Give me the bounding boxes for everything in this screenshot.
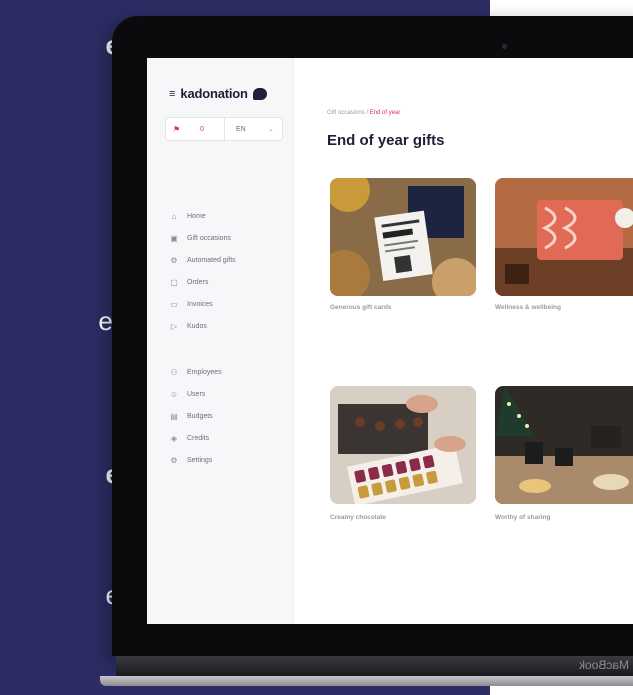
sidebar-item-orders[interactable]: ▢ Orders (169, 274, 293, 290)
app-screen: ≡ kadonation ⚑ 0 EN ⌄ ⌂ Home ▣ Gift occa… (147, 58, 633, 624)
laptop-base: MacBook (116, 656, 633, 676)
megaphone-icon: ▷ (170, 321, 178, 331)
cropped-side-text: e t t e, e e (0, 0, 120, 695)
gift-card-image (330, 178, 476, 296)
sidebar-item-label: Users (187, 390, 206, 398)
sidebar-item-label: Employees (187, 368, 222, 376)
sharing-image (495, 386, 633, 504)
breadcrumb-separator: / (366, 110, 369, 116)
gift-icon: ▣ (170, 233, 178, 243)
page-title: End of year gifts (327, 132, 445, 149)
people-icon: ⚇ (170, 367, 178, 377)
sidebar-item-invoices[interactable]: ▭ Invoices (169, 296, 293, 312)
logo-text: kadonation (180, 86, 248, 101)
sidebar-item-label: Gift occasions (187, 234, 231, 242)
settings-icon: ⚙ (170, 455, 178, 465)
text-fragment: e, (98, 306, 120, 336)
credits-icon: ◈ (170, 433, 178, 443)
budget-icon: ▤ (170, 411, 178, 421)
sidebar-item-settings[interactable]: ⚙ Settings (169, 452, 293, 468)
sidebar-item-label: Kudos (187, 322, 207, 330)
sidebar-item-label: Automated gifts (187, 256, 236, 264)
sidebar-item-label: Budgets (187, 412, 213, 420)
logo[interactable]: ≡ kadonation (169, 86, 267, 101)
chocolate-tile[interactable] (330, 386, 476, 504)
breadcrumb-current: End of year (369, 110, 401, 116)
chocolate-tile-label: Creamy chocolate (330, 514, 386, 521)
sidebar-item-label: Credits (187, 434, 210, 442)
sidebar-item-home[interactable]: ⌂ Home (169, 208, 293, 224)
divider (224, 118, 225, 140)
cart-language-control[interactable]: ⚑ 0 EN ⌄ (165, 117, 283, 141)
chevron-down-icon: ⌄ (268, 126, 274, 133)
sidebar-item-users[interactable]: ☺ Users (169, 386, 293, 402)
gift-card-tile-label: Generous gift cards (330, 304, 392, 311)
sharing-tile-label: Worthy of sharing (495, 514, 551, 521)
breadcrumb-parent[interactable]: Gift occasions (327, 110, 365, 116)
language-selector[interactable]: EN (236, 126, 246, 133)
sidebar-item-label: Settings (187, 456, 213, 464)
cart-icon[interactable]: ⚑ (173, 125, 180, 134)
sidebar-item-automated-gifts[interactable]: ⚙ Automated gifts (169, 252, 293, 268)
sharing-tile[interactable] (495, 386, 633, 504)
text-fragment: e (0, 459, 120, 489)
sidebar-item-label: Orders (187, 278, 209, 286)
gear-icon: ⚙ (170, 255, 178, 265)
text-fragment: e (0, 580, 120, 610)
chocolate-image (330, 386, 476, 504)
breadcrumb: Gift occasions / End of year (327, 110, 400, 116)
gift-card-tile[interactable] (330, 178, 476, 296)
text-fragment: t (0, 152, 120, 182)
sidebar-item-kudos[interactable]: ▷ Kudos (169, 318, 293, 334)
sidebar-item-label: Invoices (187, 300, 213, 308)
sidebar-item-credits[interactable]: ◈ Credits (169, 430, 293, 446)
sidebar-item-gift-occasions[interactable]: ▣ Gift occasions (169, 230, 293, 246)
home-icon: ⌂ (171, 211, 177, 221)
macbook-label: MacBook (578, 658, 629, 672)
main-content: Gift occasions / End of year End of year… (293, 58, 633, 624)
sidebar: ≡ kadonation ⚑ 0 EN ⌄ ⌂ Home ▣ Gift occa… (147, 58, 294, 624)
box-icon: ▢ (170, 277, 178, 287)
text-fragment: e (0, 30, 120, 60)
sidebar-item-label: Home (187, 212, 206, 220)
laptop-lip (100, 676, 633, 686)
user-icon: ☺ (169, 389, 179, 399)
sidebar-item-employees[interactable]: ⚇ Employees (169, 364, 293, 380)
wellness-tile-label: Wellness & wellbeing (495, 304, 561, 311)
wellness-tile[interactable] (495, 178, 633, 296)
camera-icon (502, 44, 507, 49)
invoice-icon: ▭ (170, 299, 178, 309)
menu-icon[interactable]: ≡ (169, 88, 175, 100)
text-fragment: t (0, 183, 120, 213)
logo-bubble-icon (252, 87, 267, 100)
cart-count: 0 (200, 125, 205, 133)
wellness-image (495, 178, 633, 296)
sidebar-item-budgets[interactable]: ▤ Budgets (169, 408, 293, 424)
